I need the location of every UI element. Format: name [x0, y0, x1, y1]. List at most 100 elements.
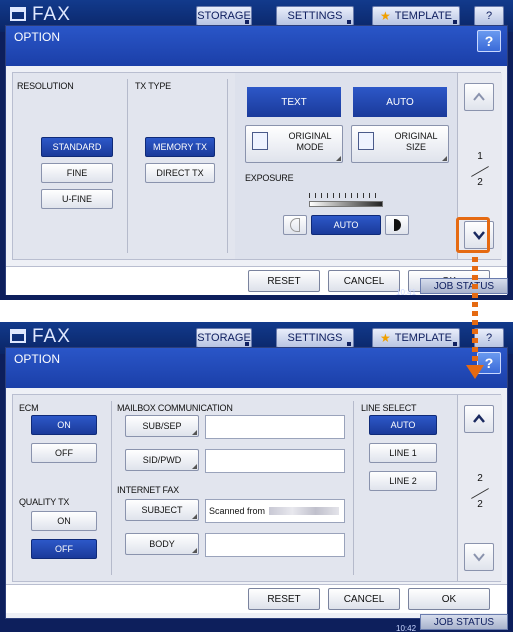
original-mode-value-text: TEXT: [281, 96, 307, 108]
reset-label: RESET: [267, 593, 301, 605]
cancel-label: CANCEL: [343, 275, 385, 287]
fax-title-text: FAX: [32, 4, 71, 25]
arrow-down-icon: [466, 365, 484, 379]
half-circle-light-icon: [290, 218, 300, 232]
page-up-button[interactable]: [464, 405, 494, 433]
exposure-lighter-button[interactable]: [283, 215, 307, 235]
fax-machine-icon: [10, 329, 26, 343]
template-label: TEMPLATE: [394, 10, 453, 22]
option-content: ECM ON OFF QUALITY TX ON OFF MAILBOX COM…: [12, 394, 502, 582]
job-status-label: JOB STATUS: [433, 616, 495, 628]
line-auto-label: AUTO: [390, 420, 416, 430]
quality-tx-on-label: ON: [57, 516, 71, 526]
quality-tx-on-button[interactable]: ON: [31, 511, 97, 531]
job-status-button[interactable]: JOB STATUS: [420, 278, 508, 294]
option-content: RESOLUTION STANDARD FINE U-FINE TX TYPE …: [12, 72, 502, 260]
sub-sep-field[interactable]: [205, 415, 345, 439]
header-help-button[interactable]: ?: [474, 328, 504, 348]
chevron-up-icon: [473, 414, 485, 423]
original-size-value-text: AUTO: [386, 96, 414, 108]
option-title-bar: OPTION ?: [6, 26, 507, 66]
resolution-fine-button[interactable]: FINE: [41, 163, 113, 183]
header-help-label: ?: [485, 10, 493, 22]
original-size-value: AUTO: [353, 87, 447, 117]
ok-button[interactable]: OK: [408, 588, 490, 610]
divider: [353, 401, 354, 575]
reset-button[interactable]: RESET: [248, 588, 320, 610]
total-pages: 2: [477, 499, 483, 510]
fax-title-text: FAX: [32, 326, 71, 347]
header-help-label: ?: [485, 332, 493, 344]
ecm-on-button[interactable]: ON: [31, 415, 97, 435]
settings-button[interactable]: SETTINGS: [276, 6, 354, 26]
option-dialog: OPTION ? ECM ON OFF QUALITY TX ON OFF MA…: [6, 348, 507, 618]
cancel-button[interactable]: CANCEL: [328, 588, 400, 610]
storage-button[interactable]: STORAGE: [196, 6, 252, 26]
half-circle-dark-icon: [393, 219, 401, 231]
ecm-label: ECM: [19, 403, 39, 413]
job-status-button[interactable]: JOB STATUS: [420, 614, 508, 630]
page-separator: [471, 488, 489, 499]
resolution-ufine-button[interactable]: U-FINE: [41, 189, 113, 209]
resolution-fine-label: FINE: [66, 168, 88, 178]
body-button[interactable]: BODY: [125, 533, 199, 555]
subject-field[interactable]: Scanned from: [205, 499, 345, 523]
resolution-ufine-label: U-FINE: [62, 194, 92, 204]
page-down-button[interactable]: [464, 543, 494, 571]
body-field[interactable]: [205, 533, 345, 557]
reset-label: RESET: [267, 275, 301, 287]
cancel-label: CANCEL: [343, 593, 385, 605]
help-button[interactable]: ?: [477, 30, 501, 52]
quality-tx-label: QUALITY TX: [19, 497, 70, 507]
sid-pwd-label: SID/PWD: [142, 455, 182, 465]
reset-button[interactable]: RESET: [248, 270, 320, 292]
ecm-on-label: ON: [57, 420, 71, 430]
template-button[interactable]: ★ TEMPLATE: [372, 328, 460, 348]
option-panel-page-2: FAX STORAGE SETTINGS ★ TEMPLATE ? OPTION …: [0, 322, 513, 632]
header-help-button[interactable]: ?: [474, 6, 504, 26]
direct-tx-label: DIRECT TX: [156, 168, 204, 178]
divider: [111, 401, 112, 575]
option-dialog: OPTION ? RESOLUTION STANDARD FINE U-FINE…: [6, 26, 507, 295]
option-panel-page-1: FAX STORAGE SETTINGS ★ TEMPLATE ? OPTION …: [0, 0, 513, 300]
document-mode-icon: [252, 132, 268, 150]
mailbox-communication-label: MAILBOX COMMUNICATION: [117, 403, 233, 413]
line-1-button[interactable]: LINE 1: [369, 443, 437, 463]
subject-button[interactable]: SUBJECT: [125, 499, 199, 521]
settings-button[interactable]: SETTINGS: [276, 328, 354, 348]
subject-label: SUBJECT: [141, 505, 183, 515]
memory-tx-button[interactable]: MEMORY TX: [145, 137, 215, 157]
line-2-button[interactable]: LINE 2: [369, 471, 437, 491]
option-title-bar: OPTION ?: [6, 348, 507, 388]
sid-pwd-field[interactable]: [205, 449, 345, 473]
internet-fax-label: INTERNET FAX: [117, 485, 179, 495]
cancel-button[interactable]: CANCEL: [328, 270, 400, 292]
settings-label: SETTINGS: [287, 10, 343, 22]
page-up-button[interactable]: [464, 83, 494, 111]
exposure-darker-button[interactable]: [385, 215, 409, 235]
template-label: TEMPLATE: [394, 332, 453, 344]
sub-sep-button[interactable]: SUB/SEP: [125, 415, 199, 437]
subject-value: Scanned from: [209, 506, 266, 516]
line-auto-button[interactable]: AUTO: [369, 415, 437, 435]
memory-tx-label: MEMORY TX: [152, 142, 207, 152]
storage-button[interactable]: STORAGE: [196, 328, 252, 348]
original-mode-value: TEXT: [247, 87, 341, 117]
template-button[interactable]: ★ TEMPLATE: [372, 6, 460, 26]
document-size-icon: [358, 132, 374, 150]
ecm-off-button[interactable]: OFF: [31, 443, 97, 463]
storage-label: STORAGE: [197, 332, 251, 344]
exposure-auto-button[interactable]: AUTO: [311, 215, 381, 235]
quality-tx-off-button[interactable]: OFF: [31, 539, 97, 559]
page-separator: [471, 166, 489, 177]
body-label: BODY: [149, 539, 175, 549]
original-mode-button[interactable]: ORIGINAL MODE: [245, 125, 343, 163]
sub-sep-label: SUB/SEP: [142, 421, 182, 431]
original-size-button[interactable]: ORIGINAL SIZE: [351, 125, 449, 163]
sid-pwd-button[interactable]: SID/PWD: [125, 449, 199, 471]
direct-tx-button[interactable]: DIRECT TX: [145, 163, 215, 183]
dotted-arrow-line: [472, 257, 478, 365]
resolution-standard-button[interactable]: STANDARD: [41, 137, 113, 157]
fax-machine-icon: [10, 7, 26, 21]
ok-label: OK: [441, 593, 457, 605]
